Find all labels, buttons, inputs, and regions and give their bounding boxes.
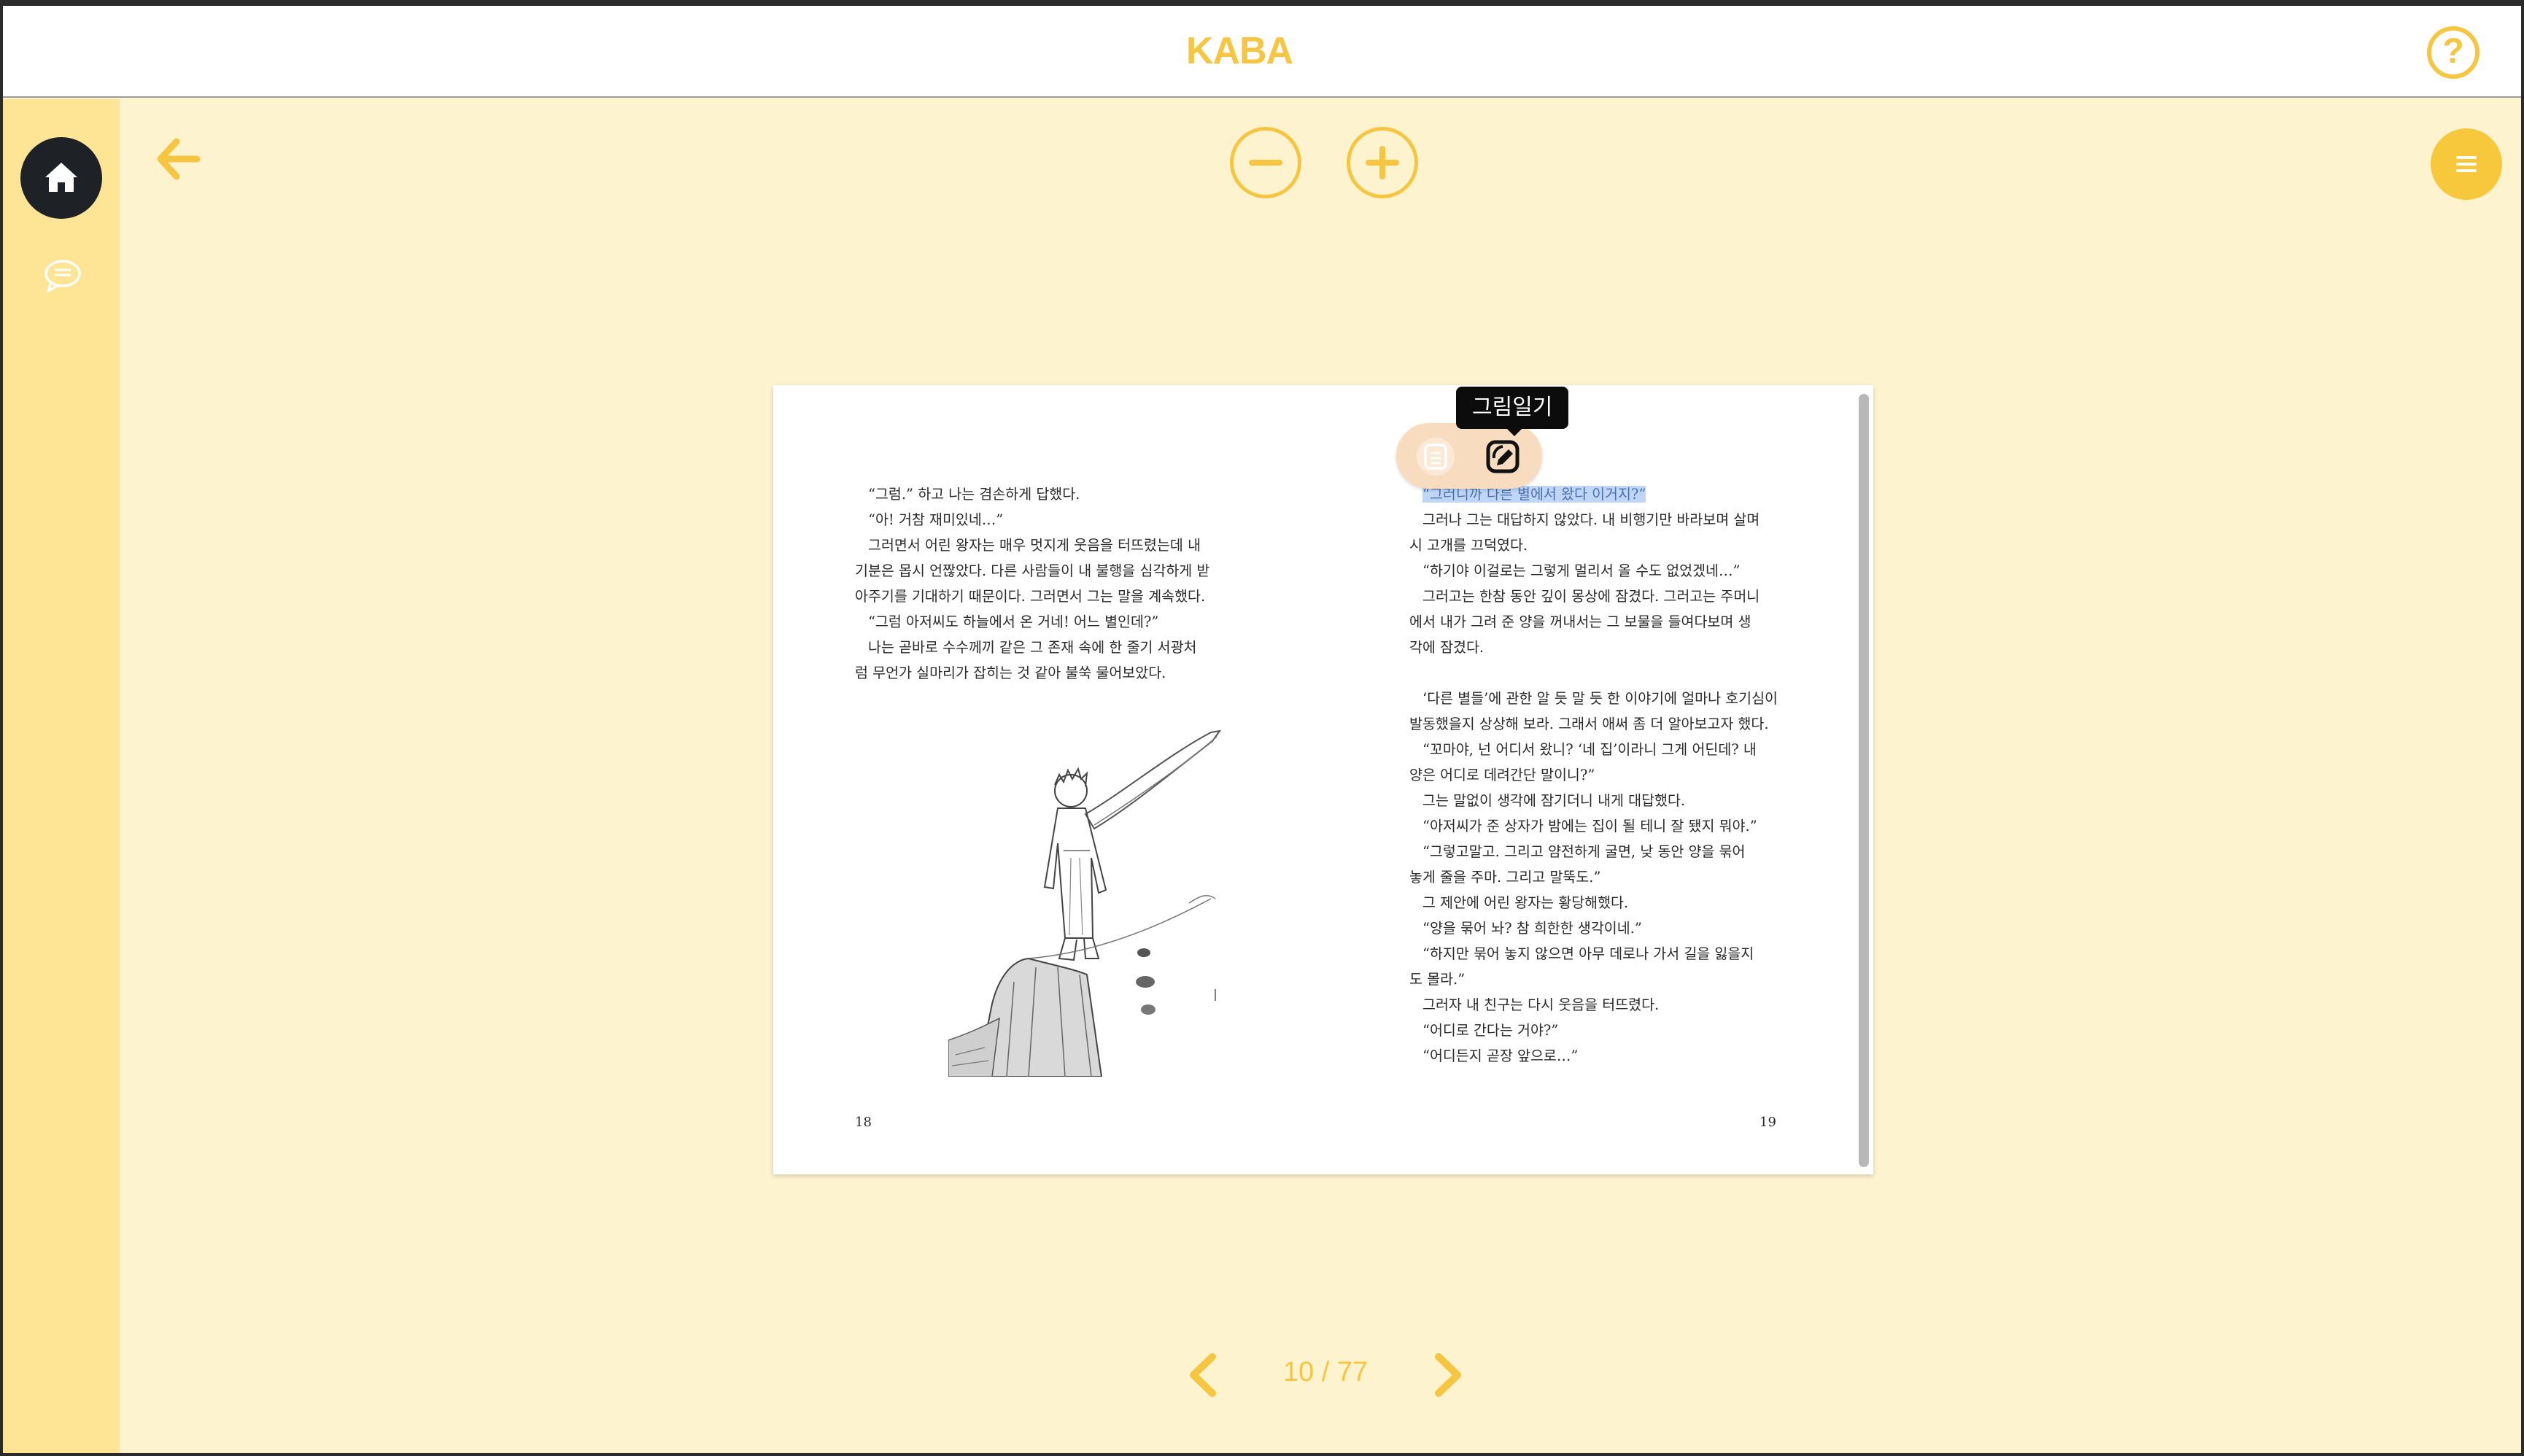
- text-line: 그러자 내 친구는 다시 웃음을 터뜨렸다.: [1422, 996, 1660, 1013]
- text-line: 기분은 몹시 언짢았다. 다른 사람들이 내 불행을 심각하게 받: [855, 562, 1210, 579]
- sidebar-item-comments[interactable]: [42, 257, 83, 294]
- arrow-left-icon: [157, 138, 201, 180]
- text-line: “어디든지 곧장 앞으로…”: [1422, 1048, 1579, 1064]
- text-line: 그는 말없이 생각에 잠기더니 내게 대답했다.: [1422, 792, 1686, 809]
- text-line: 그러고는 한참 동안 깊이 몽상에 잠겼다. 그러고는 주머니: [1422, 588, 1760, 605]
- page-indicator: 10 / 77: [1282, 1357, 1369, 1387]
- page-number-left: 18: [855, 1115, 872, 1130]
- text-line: 에서 내가 그려 준 양을 꺼내서는 그 보물을 들여다보며 생: [1409, 613, 1751, 630]
- chevron-right-icon: [1435, 1353, 1461, 1397]
- minus-circle-icon: [1249, 160, 1282, 166]
- text-line: “아저씨가 준 상자가 밤에는 집이 될 테니 잘 됐지 뭐야.”: [1422, 818, 1757, 835]
- text-line: “하기야 이걸로는 그렇게 멀리서 올 수도 없었겠네…”: [1422, 562, 1741, 579]
- text-line: “어디로 간다는 거야?”: [1422, 1022, 1559, 1039]
- drawing-diary-icon: [1486, 440, 1520, 473]
- sidebar: [3, 99, 120, 1453]
- zoom-out-button[interactable]: [1230, 127, 1301, 198]
- zoom-in-button[interactable]: [1347, 127, 1418, 198]
- text-line: 놓게 줄을 주마. 그리고 말뚝도.”: [1409, 869, 1601, 886]
- drawing-diary-tooltip: 그림일기: [1456, 387, 1569, 429]
- text-line: “그럼.” 하고 나는 겸손하게 답했다.: [868, 486, 1080, 503]
- right-page-text: “그러니까 다른 별에서 왔다 이거지?” 그러나 그는 대답하지 않았다. 내…: [1409, 481, 1818, 1069]
- drawing-diary-button[interactable]: [1482, 436, 1523, 477]
- back-button[interactable]: [155, 136, 201, 182]
- text-line: 럼 무언가 실마리가 잡히는 것 같아 불쑥 물어보았다.: [855, 665, 1166, 681]
- app-title: KABA: [1185, 30, 1293, 72]
- text-line: 그러면서 어린 왕자는 매우 멋지게 웃음을 터뜨렸는데 내: [868, 537, 1201, 554]
- text-line: 양은 어디로 데려간단 말이니?”: [1409, 767, 1595, 783]
- book-scrollbar[interactable]: [1859, 394, 1869, 1167]
- book-spread: “그럼.” 하고 나는 겸손하게 답했다. “아! 거참 재미있네…” 그러면서…: [773, 385, 1873, 1174]
- text-line: “양을 묶어 놔? 참 희한한 생각이네.”: [1422, 920, 1642, 937]
- text-line: 시 고개를 끄덕였다.: [1409, 537, 1528, 554]
- sidebar-item-home[interactable]: [20, 137, 102, 219]
- text-line: 그러나 그는 대답하지 않았다. 내 비행기만 바라보며 살며: [1422, 511, 1760, 528]
- plus-circle-icon: [1366, 146, 1399, 179]
- reader-app: KABA ? “그럼.” 하고 나는 겸손하게 답했다. “아! 거참 재미있네…: [3, 6, 2521, 1453]
- note-list-icon: [1424, 444, 1447, 470]
- text-line: 도 몰라.”: [1409, 971, 1466, 988]
- help-button[interactable]: ?: [2427, 26, 2480, 79]
- text-line: “그럼 아저씨도 하늘에서 온 거네! 어느 별인데?”: [868, 613, 1159, 630]
- page-number-right: 19: [1760, 1115, 1776, 1130]
- menu-button[interactable]: [2431, 128, 2502, 200]
- prev-page-button[interactable]: [1183, 1351, 1224, 1399]
- question-circle-icon: ?: [2442, 32, 2464, 71]
- text-line: “꼬마야, 넌 어디서 왔니? ‘네 집’이라니 그게 어딘데? 내: [1422, 741, 1757, 758]
- home-icon: [45, 163, 77, 192]
- notes-button[interactable]: [1417, 438, 1455, 476]
- text-line: 아주기를 기대하기 때문이다. 그러면서 그는 말을 계속했다.: [855, 588, 1206, 605]
- text-line: “하지만 묶어 놓지 않으면 아무 데로나 가서 길을 잃을지: [1422, 945, 1754, 962]
- chevron-left-icon: [1190, 1353, 1216, 1397]
- tooltip-arrow: [1506, 427, 1523, 436]
- next-page-button[interactable]: [1427, 1351, 1468, 1399]
- little-prince-on-cliff-illustration: [948, 729, 1222, 1077]
- text-line: 나는 곧바로 수수께끼 같은 그 존재 속에 한 줄기 서광처: [868, 639, 1197, 656]
- left-page-text: “그럼.” 하고 나는 겸손하게 답했다. “아! 거참 재미있네…” 그러면서…: [855, 481, 1234, 686]
- text-line: 각에 잠겼다.: [1409, 639, 1484, 656]
- text-line: “아! 거참 재미있네…”: [868, 511, 1004, 528]
- chat-bubble-icon: [44, 260, 81, 293]
- text-line: “그렇고말고. 그리고 얌전하게 굴면, 낮 동안 양을 묶어: [1422, 843, 1746, 860]
- top-bar: KABA ?: [3, 6, 2521, 98]
- text-line: 그 제안에 어린 왕자는 황당해했다.: [1422, 894, 1629, 911]
- text-line: 발동했을지 상상해 보라. 그래서 애써 좀 더 알아보고자 했다.: [1409, 716, 1769, 732]
- hamburger-menu-icon: [2456, 156, 2477, 172]
- text-line: ‘다른 별들’에 관한 알 듯 말 듯 한 이야기에 얼마나 호기심이: [1422, 690, 1778, 707]
